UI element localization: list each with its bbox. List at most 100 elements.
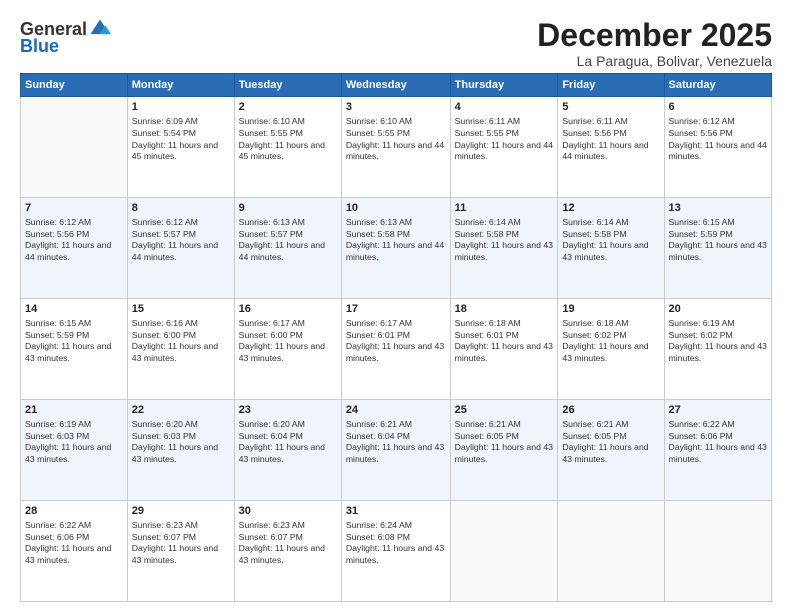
calendar-header-row: SundayMondayTuesdayWednesdayThursdayFrid… [21, 74, 772, 97]
calendar-cell: 21Sunrise: 6:19 AMSunset: 6:03 PMDayligh… [21, 400, 128, 501]
day-info: Sunrise: 6:11 AMSunset: 5:56 PMDaylight:… [562, 116, 659, 163]
calendar-cell: 28Sunrise: 6:22 AMSunset: 6:06 PMDayligh… [21, 501, 128, 602]
day-info: Sunrise: 6:10 AMSunset: 5:55 PMDaylight:… [346, 116, 446, 163]
calendar-cell [558, 501, 664, 602]
day-info: Sunrise: 6:14 AMSunset: 5:58 PMDaylight:… [455, 217, 554, 264]
calendar-cell [21, 97, 128, 198]
day-number: 10 [346, 201, 446, 216]
calendar-cell: 31Sunrise: 6:24 AMSunset: 6:08 PMDayligh… [341, 501, 450, 602]
calendar-cell: 29Sunrise: 6:23 AMSunset: 6:07 PMDayligh… [127, 501, 234, 602]
day-number: 1 [132, 100, 230, 115]
calendar-cell: 8Sunrise: 6:12 AMSunset: 5:57 PMDaylight… [127, 198, 234, 299]
day-info: Sunrise: 6:09 AMSunset: 5:54 PMDaylight:… [132, 116, 230, 163]
day-number: 30 [239, 504, 337, 519]
day-number: 18 [455, 302, 554, 317]
calendar-cell: 5Sunrise: 6:11 AMSunset: 5:56 PMDaylight… [558, 97, 664, 198]
calendar-cell: 6Sunrise: 6:12 AMSunset: 5:56 PMDaylight… [664, 97, 772, 198]
title-block: December 2025 La Paragua, Bolivar, Venez… [537, 18, 772, 69]
day-info: Sunrise: 6:15 AMSunset: 5:59 PMDaylight:… [669, 217, 768, 264]
calendar-cell: 16Sunrise: 6:17 AMSunset: 6:00 PMDayligh… [234, 299, 341, 400]
page: General Blue December 2025 La Paragua, B… [0, 0, 792, 612]
col-header-tuesday: Tuesday [234, 74, 341, 97]
day-number: 13 [669, 201, 768, 216]
calendar-cell: 20Sunrise: 6:19 AMSunset: 6:02 PMDayligh… [664, 299, 772, 400]
calendar-cell: 2Sunrise: 6:10 AMSunset: 5:55 PMDaylight… [234, 97, 341, 198]
calendar-cell: 18Sunrise: 6:18 AMSunset: 6:01 PMDayligh… [450, 299, 558, 400]
day-number: 7 [25, 201, 123, 216]
day-info: Sunrise: 6:13 AMSunset: 5:58 PMDaylight:… [346, 217, 446, 264]
col-header-friday: Friday [558, 74, 664, 97]
calendar-cell: 9Sunrise: 6:13 AMSunset: 5:57 PMDaylight… [234, 198, 341, 299]
calendar-cell: 25Sunrise: 6:21 AMSunset: 6:05 PMDayligh… [450, 400, 558, 501]
calendar-cell: 30Sunrise: 6:23 AMSunset: 6:07 PMDayligh… [234, 501, 341, 602]
day-info: Sunrise: 6:24 AMSunset: 6:08 PMDaylight:… [346, 520, 446, 567]
calendar-cell: 26Sunrise: 6:21 AMSunset: 6:05 PMDayligh… [558, 400, 664, 501]
day-number: 28 [25, 504, 123, 519]
col-header-monday: Monday [127, 74, 234, 97]
calendar-cell: 23Sunrise: 6:20 AMSunset: 6:04 PMDayligh… [234, 400, 341, 501]
calendar-cell: 27Sunrise: 6:22 AMSunset: 6:06 PMDayligh… [664, 400, 772, 501]
calendar-cell: 1Sunrise: 6:09 AMSunset: 5:54 PMDaylight… [127, 97, 234, 198]
day-info: Sunrise: 6:12 AMSunset: 5:56 PMDaylight:… [25, 217, 123, 264]
calendar-row-3: 14Sunrise: 6:15 AMSunset: 5:59 PMDayligh… [21, 299, 772, 400]
day-number: 16 [239, 302, 337, 317]
col-header-sunday: Sunday [21, 74, 128, 97]
day-info: Sunrise: 6:23 AMSunset: 6:07 PMDaylight:… [239, 520, 337, 567]
day-number: 4 [455, 100, 554, 115]
day-info: Sunrise: 6:19 AMSunset: 6:02 PMDaylight:… [669, 318, 768, 365]
calendar-cell: 7Sunrise: 6:12 AMSunset: 5:56 PMDaylight… [21, 198, 128, 299]
day-number: 29 [132, 504, 230, 519]
logo: General Blue [20, 18, 111, 57]
day-info: Sunrise: 6:19 AMSunset: 6:03 PMDaylight:… [25, 419, 123, 466]
logo-blue: Blue [20, 36, 59, 57]
day-number: 22 [132, 403, 230, 418]
day-info: Sunrise: 6:18 AMSunset: 6:02 PMDaylight:… [562, 318, 659, 365]
day-info: Sunrise: 6:20 AMSunset: 6:04 PMDaylight:… [239, 419, 337, 466]
calendar-cell: 4Sunrise: 6:11 AMSunset: 5:55 PMDaylight… [450, 97, 558, 198]
calendar-row-1: 1Sunrise: 6:09 AMSunset: 5:54 PMDaylight… [21, 97, 772, 198]
calendar-cell: 17Sunrise: 6:17 AMSunset: 6:01 PMDayligh… [341, 299, 450, 400]
day-number: 3 [346, 100, 446, 115]
calendar-subtitle: La Paragua, Bolivar, Venezuela [537, 53, 772, 69]
day-info: Sunrise: 6:23 AMSunset: 6:07 PMDaylight:… [132, 520, 230, 567]
calendar-cell: 3Sunrise: 6:10 AMSunset: 5:55 PMDaylight… [341, 97, 450, 198]
day-info: Sunrise: 6:21 AMSunset: 6:05 PMDaylight:… [562, 419, 659, 466]
calendar-cell: 22Sunrise: 6:20 AMSunset: 6:03 PMDayligh… [127, 400, 234, 501]
calendar-title: December 2025 [537, 18, 772, 53]
day-number: 11 [455, 201, 554, 216]
day-info: Sunrise: 6:15 AMSunset: 5:59 PMDaylight:… [25, 318, 123, 365]
calendar-cell: 15Sunrise: 6:16 AMSunset: 6:00 PMDayligh… [127, 299, 234, 400]
day-info: Sunrise: 6:12 AMSunset: 5:56 PMDaylight:… [669, 116, 768, 163]
calendar-cell: 19Sunrise: 6:18 AMSunset: 6:02 PMDayligh… [558, 299, 664, 400]
day-info: Sunrise: 6:21 AMSunset: 6:04 PMDaylight:… [346, 419, 446, 466]
day-info: Sunrise: 6:17 AMSunset: 6:00 PMDaylight:… [239, 318, 337, 365]
day-number: 21 [25, 403, 123, 418]
day-info: Sunrise: 6:22 AMSunset: 6:06 PMDaylight:… [669, 419, 768, 466]
logo-icon [89, 18, 111, 40]
day-number: 26 [562, 403, 659, 418]
calendar-cell: 14Sunrise: 6:15 AMSunset: 5:59 PMDayligh… [21, 299, 128, 400]
calendar-cell: 24Sunrise: 6:21 AMSunset: 6:04 PMDayligh… [341, 400, 450, 501]
col-header-thursday: Thursday [450, 74, 558, 97]
day-number: 27 [669, 403, 768, 418]
day-number: 14 [25, 302, 123, 317]
day-info: Sunrise: 6:10 AMSunset: 5:55 PMDaylight:… [239, 116, 337, 163]
day-number: 20 [669, 302, 768, 317]
col-header-saturday: Saturday [664, 74, 772, 97]
day-info: Sunrise: 6:11 AMSunset: 5:55 PMDaylight:… [455, 116, 554, 163]
day-number: 19 [562, 302, 659, 317]
calendar-row-4: 21Sunrise: 6:19 AMSunset: 6:03 PMDayligh… [21, 400, 772, 501]
day-info: Sunrise: 6:16 AMSunset: 6:00 PMDaylight:… [132, 318, 230, 365]
day-number: 24 [346, 403, 446, 418]
day-number: 2 [239, 100, 337, 115]
col-header-wednesday: Wednesday [341, 74, 450, 97]
day-number: 25 [455, 403, 554, 418]
calendar-table: SundayMondayTuesdayWednesdayThursdayFrid… [20, 73, 772, 602]
day-info: Sunrise: 6:17 AMSunset: 6:01 PMDaylight:… [346, 318, 446, 365]
calendar-row-2: 7Sunrise: 6:12 AMSunset: 5:56 PMDaylight… [21, 198, 772, 299]
day-number: 31 [346, 504, 446, 519]
day-number: 9 [239, 201, 337, 216]
day-info: Sunrise: 6:20 AMSunset: 6:03 PMDaylight:… [132, 419, 230, 466]
day-number: 6 [669, 100, 768, 115]
day-number: 17 [346, 302, 446, 317]
